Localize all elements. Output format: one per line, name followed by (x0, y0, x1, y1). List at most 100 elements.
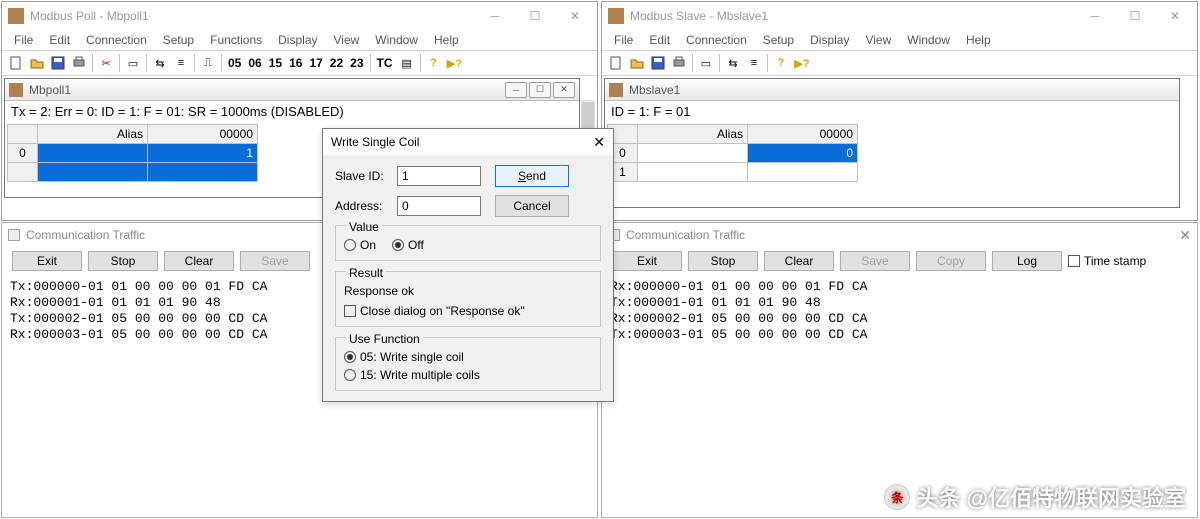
slave-id-input[interactable] (397, 166, 481, 186)
new-icon[interactable] (606, 53, 626, 73)
table-row: 00 (608, 144, 858, 163)
disconnect-icon[interactable]: ≡ (171, 53, 191, 73)
menu-window[interactable]: Window (367, 31, 426, 49)
menu-display[interactable]: Display (802, 31, 857, 49)
exit-button[interactable]: Exit (612, 251, 682, 271)
minimize-button[interactable]: ─ (1075, 4, 1115, 28)
value-on-radio[interactable]: On (344, 238, 376, 252)
watermark-text: 头条 @亿佰特物联网实验室 (916, 481, 1186, 513)
fn05-radio[interactable]: 05: Write single coil (344, 350, 592, 364)
pulse-icon[interactable]: ⎍ (198, 53, 218, 73)
copy-button[interactable]: Copy (916, 251, 986, 271)
fn-05[interactable]: 05 (225, 56, 244, 70)
fn-23[interactable]: 23 (347, 56, 366, 70)
child-close[interactable]: ✕ (553, 82, 575, 98)
fn-17[interactable]: 17 (306, 56, 325, 70)
close-button[interactable]: ✕ (1155, 4, 1195, 28)
menu-file[interactable]: File (606, 31, 641, 49)
send-button[interactable]: Send (495, 165, 569, 187)
data-grid[interactable]: Alias00000 00 1 (607, 124, 858, 182)
traffic-log[interactable]: Rx:000000-01 01 00 00 00 01 FD CA Tx:000… (602, 275, 1197, 347)
doc-icon[interactable]: ▭ (696, 53, 716, 73)
connect-icon[interactable]: ⇆ (150, 53, 170, 73)
child-titlebar[interactable]: Mbpoll1 ─ ☐ ✕ (5, 79, 579, 101)
traffic-titlebar[interactable]: Communication Traffic ✕ (602, 223, 1197, 247)
col-val[interactable]: 00000 (148, 125, 258, 144)
col-val[interactable]: 00000 (748, 125, 858, 144)
save-icon[interactable] (648, 53, 668, 73)
save-button[interactable]: Save (840, 251, 910, 271)
menu-setup[interactable]: Setup (155, 31, 202, 49)
menu-edit[interactable]: Edit (41, 31, 78, 49)
cancel-button[interactable]: Cancel (495, 195, 569, 217)
col-alias[interactable]: Alias (38, 125, 148, 144)
fn-06[interactable]: 06 (245, 56, 264, 70)
maximize-button[interactable]: ☐ (515, 4, 555, 28)
print-icon[interactable] (69, 53, 89, 73)
save-button[interactable]: Save (240, 251, 310, 271)
doc-icon[interactable]: ▭ (123, 53, 143, 73)
col-alias[interactable]: Alias (638, 125, 748, 144)
fn-15[interactable]: 15 (266, 56, 285, 70)
open-icon[interactable] (627, 53, 647, 73)
use-function-legend: Use Function (346, 332, 423, 346)
modbus-slave-window: Modbus Slave - Mbslave1 ─ ☐ ✕ File Edit … (601, 1, 1198, 221)
child-titlebar[interactable]: Mbslave1 (605, 79, 1179, 101)
disconnect-icon[interactable]: ≡ (744, 53, 764, 73)
data-grid[interactable]: Alias00000 01 (7, 124, 258, 182)
menu-file[interactable]: File (6, 31, 41, 49)
menu-view[interactable]: View (857, 31, 899, 49)
child-icon (609, 83, 623, 97)
whatsthis-icon[interactable]: ▶? (445, 53, 465, 73)
table-row (8, 163, 258, 182)
close-button[interactable]: ✕ (555, 4, 595, 28)
new-icon[interactable] (6, 53, 26, 73)
stop-button[interactable]: Stop (688, 251, 758, 271)
menu-functions[interactable]: Functions (202, 31, 270, 49)
timestamp-checkbox[interactable]: Time stamp (1068, 254, 1146, 268)
maximize-button[interactable]: ☐ (1115, 4, 1155, 28)
address-input[interactable] (397, 196, 481, 216)
chart-icon[interactable]: ▤ (397, 53, 417, 73)
child-min[interactable]: ─ (505, 82, 527, 98)
exit-button[interactable]: Exit (12, 251, 82, 271)
close-icon[interactable]: ✕ (593, 134, 605, 151)
menu-view[interactable]: View (326, 31, 368, 49)
stop-button[interactable]: Stop (88, 251, 158, 271)
open-icon[interactable] (27, 53, 47, 73)
cut-icon[interactable]: ✂ (96, 53, 116, 73)
child-max[interactable]: ☐ (529, 82, 551, 98)
log-button[interactable]: Log (992, 251, 1062, 271)
app-icon (608, 8, 624, 24)
menu-help[interactable]: Help (426, 31, 467, 49)
titlebar[interactable]: Modbus Slave - Mbslave1 ─ ☐ ✕ (602, 2, 1197, 30)
value-off-radio[interactable]: Off (392, 238, 424, 252)
dialog-titlebar[interactable]: Write Single Coil ✕ (323, 129, 613, 155)
close-on-ok-checkbox[interactable]: Close dialog on "Response ok" (344, 304, 592, 318)
titlebar[interactable]: Modbus Poll - Mbpoll1 ─ ☐ ✕ (2, 2, 597, 30)
save-icon[interactable] (48, 53, 68, 73)
tc-button[interactable]: TC (374, 56, 396, 70)
menu-window[interactable]: Window (899, 31, 958, 49)
result-legend: Result (346, 266, 386, 280)
menu-connection[interactable]: Connection (678, 31, 755, 49)
fn-16[interactable]: 16 (286, 56, 305, 70)
whatsthis-icon[interactable]: ▶? (792, 53, 812, 73)
value-group: Value On Off (335, 225, 601, 261)
clear-button[interactable]: Clear (764, 251, 834, 271)
connect-icon[interactable]: ⇆ (723, 53, 743, 73)
fn15-radio[interactable]: 15: Write multiple coils (344, 368, 592, 382)
menu-setup[interactable]: Setup (755, 31, 802, 49)
menu-display[interactable]: Display (270, 31, 325, 49)
fn-22[interactable]: 22 (327, 56, 346, 70)
close-icon[interactable]: ✕ (1179, 227, 1191, 244)
minimize-button[interactable]: ─ (475, 4, 515, 28)
clear-button[interactable]: Clear (164, 251, 234, 271)
help-icon[interactable]: ? (771, 53, 791, 73)
print-icon[interactable] (669, 53, 689, 73)
status-line: ID = 1: F = 01 (605, 101, 1179, 122)
menu-help[interactable]: Help (958, 31, 999, 49)
menu-edit[interactable]: Edit (641, 31, 678, 49)
help-icon[interactable]: ? (424, 53, 444, 73)
menu-connection[interactable]: Connection (78, 31, 155, 49)
